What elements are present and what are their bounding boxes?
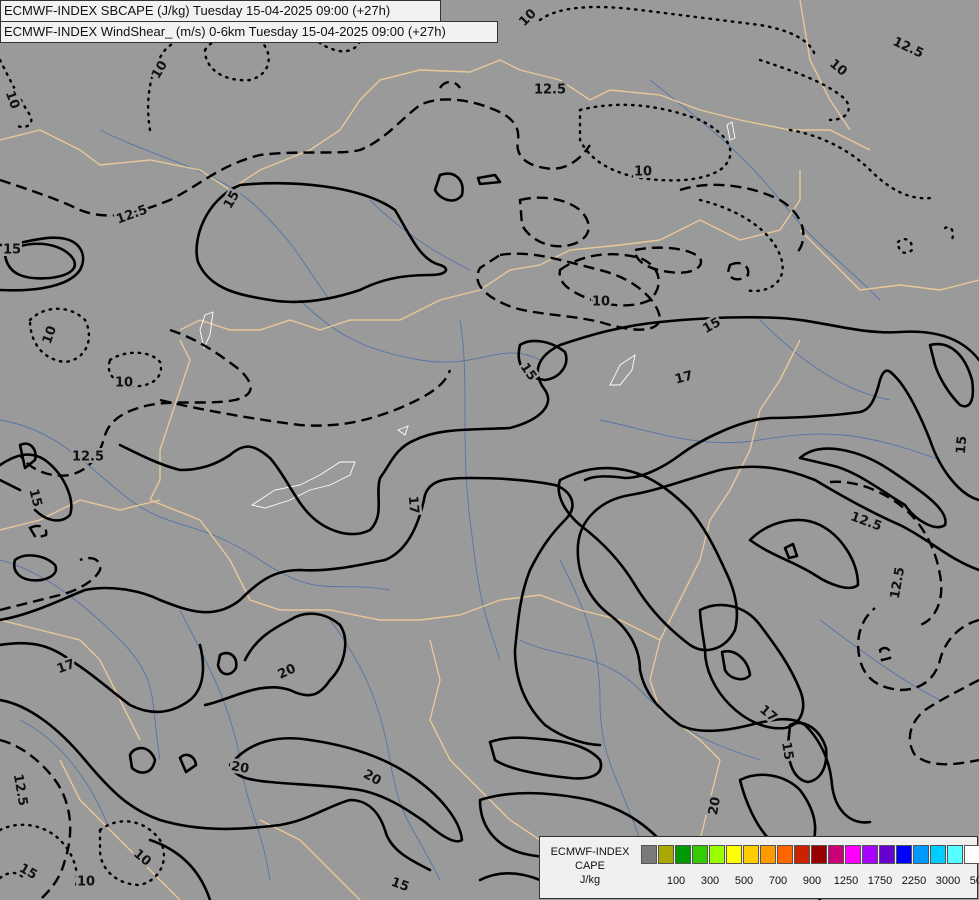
contour-label: 20: [230, 759, 250, 777]
contour-label: 17: [405, 495, 422, 514]
legend-swatch: [726, 845, 742, 864]
legend-tick-label: 2250: [901, 875, 927, 887]
legend-tick-label: 1750: [867, 875, 893, 887]
legend-swatch: [658, 845, 674, 864]
legend-swatch: [845, 845, 861, 864]
contour-label: 20: [706, 796, 724, 816]
legend-swatch: [913, 845, 929, 864]
legend-swatch: [760, 845, 776, 864]
legend-swatch: [794, 845, 810, 864]
legend-title: ECMWF-INDEX CAPE J/kg: [544, 845, 636, 887]
legend-title-line1: ECMWF-INDEX: [550, 846, 630, 858]
header-windshear-title: ECMWF-INDEX WindShear_ (m/s) 0-6km Tuesd…: [0, 21, 498, 43]
contour-label: 15: [778, 741, 796, 761]
legend-title-line3: J/kg: [579, 874, 601, 886]
contour-label: 12.5: [72, 450, 104, 465]
legend-swatch: [743, 845, 759, 864]
map-background: [0, 0, 979, 900]
contour-label: 10: [592, 295, 610, 310]
legend-swatch: [777, 845, 793, 864]
legend-swatch: [862, 845, 878, 864]
legend-swatch: [675, 845, 691, 864]
contour-label: 10: [115, 376, 133, 391]
legend-title-line2: CAPE: [575, 860, 605, 872]
weather-map: 10101010101012.512.512.512.5101012.512.5…: [0, 0, 979, 900]
contour-label: 15: [3, 243, 21, 258]
legend-swatch: [964, 845, 979, 864]
cape-legend: ECMWF-INDEX CAPE J/kg 100 300 500 700 900 125…: [539, 836, 979, 899]
legend-tick-label: 900: [802, 875, 822, 887]
contour-label: 15: [954, 435, 971, 454]
contour-label: 10: [77, 875, 95, 890]
legend-swatch: [709, 845, 725, 864]
legend-tick-label: 500: [734, 875, 754, 887]
legend-tick-label: 1250: [833, 875, 859, 887]
legend-swatch: [947, 845, 963, 864]
legend-tick-label: 300: [700, 875, 720, 887]
legend-swatch: [930, 845, 946, 864]
contour-label: 12.5: [534, 83, 566, 98]
legend-swatch: [641, 845, 657, 864]
legend-swatch: [879, 845, 895, 864]
legend-swatch: [896, 845, 912, 864]
legend-tick-label: 100: [666, 875, 686, 887]
legend-tick-label: 5000: [969, 875, 979, 887]
header-cape-title: ECMWF-INDEX SBCAPE (J/kg) Tuesday 15-04-…: [0, 0, 441, 22]
legend-swatch: [811, 845, 827, 864]
legend-tick-labels: 100 300 500 700 900 1250 1750 2250 3000 5000: [642, 875, 979, 889]
legend-swatch: [692, 845, 708, 864]
legend-swatch: [828, 845, 844, 864]
legend-tick-label: 700: [768, 875, 788, 887]
legend-color-scale: [641, 845, 979, 865]
legend-tick-label: 3000: [935, 875, 961, 887]
contour-label: 10: [634, 165, 652, 180]
